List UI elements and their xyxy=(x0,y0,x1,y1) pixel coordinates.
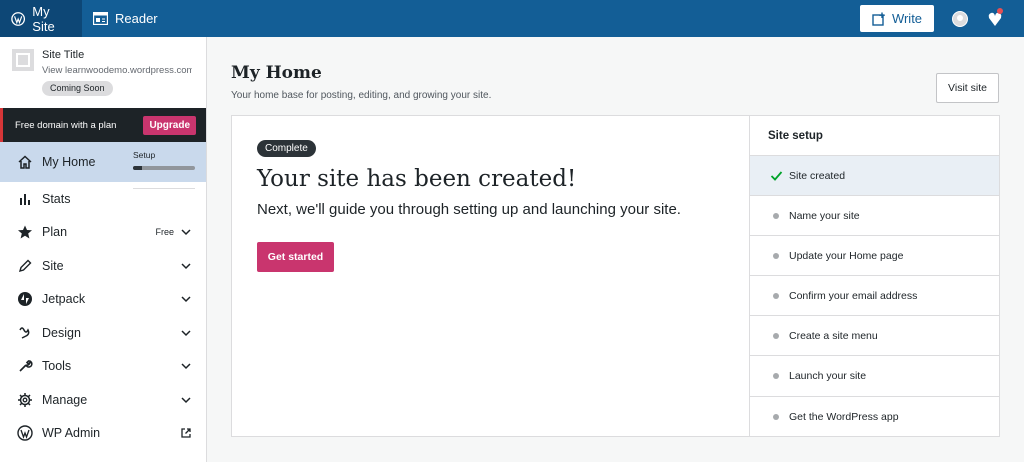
reader-label: Reader xyxy=(115,11,158,26)
divider xyxy=(133,188,195,189)
setup-progress-fill xyxy=(133,166,143,170)
task-create-site-menu[interactable]: Create a site menu xyxy=(750,316,999,357)
visit-site-button[interactable]: Visit site xyxy=(936,73,999,103)
task-site-created[interactable]: Site created xyxy=(750,156,999,197)
task-label: Confirm your email address xyxy=(789,289,918,302)
site-icon xyxy=(12,49,34,71)
hero-subtitle: Next, we'll guide you through setting up… xyxy=(257,201,681,218)
task-confirm-email[interactable]: Confirm your email address xyxy=(750,276,999,317)
sidebar-item-design[interactable]: Design xyxy=(0,316,206,350)
task-label: Update your Home page xyxy=(789,249,904,262)
wordpress-icon xyxy=(11,11,26,26)
sidebar-item-jetpack[interactable]: Jetpack xyxy=(0,283,206,317)
celebration-card: Complete Your site has been created! Nex… xyxy=(232,116,750,436)
task-label: Create a site menu xyxy=(789,329,878,342)
bullet-icon xyxy=(770,209,784,223)
checkmark-icon xyxy=(770,169,784,183)
design-icon xyxy=(16,324,34,342)
sidebar-item-label: Jetpack xyxy=(42,292,86,307)
page-subtitle: Your home base for posting, editing, and… xyxy=(231,90,492,101)
setup-label: Setup xyxy=(133,150,156,160)
chevron-down-icon xyxy=(181,263,191,269)
plan-badge: Free xyxy=(155,227,174,238)
bullet-icon xyxy=(770,369,784,383)
sidebar-item-label: WP Admin xyxy=(42,426,101,441)
home-icon xyxy=(16,153,34,171)
chevron-down-icon xyxy=(181,363,191,370)
chevron-down-icon xyxy=(181,330,191,336)
sidebar-item-wp-admin[interactable]: WP Admin xyxy=(0,417,206,451)
sidebar-item-my-home[interactable]: My Home Setup xyxy=(0,142,206,182)
task-name-your-site[interactable]: Name your site xyxy=(750,196,999,237)
site-card[interactable]: Site Title View learnwoodemo.wordpress.c… xyxy=(0,37,206,108)
coming-soon-badge: Coming Soon xyxy=(42,81,113,96)
jetpack-icon xyxy=(16,290,34,308)
write-button[interactable]: Write xyxy=(860,5,934,32)
masterbar: My Site Reader Write xyxy=(0,0,1024,37)
stats-icon xyxy=(16,190,34,208)
home-panel: Complete Your site has been created! Nex… xyxy=(231,115,1000,437)
bullet-icon xyxy=(770,289,784,303)
task-launch-site[interactable]: Launch your site xyxy=(750,356,999,397)
site-url-link[interactable]: View learnwoodemo.wordpress.com xyxy=(42,65,192,76)
site-setup-heading: Site setup xyxy=(750,116,999,156)
task-get-app[interactable]: Get the WordPress app xyxy=(750,397,999,437)
bullet-icon xyxy=(770,410,784,424)
my-site-label: My Site xyxy=(32,3,55,34)
gear-icon xyxy=(16,391,34,409)
complete-badge: Complete xyxy=(257,140,316,157)
sidebar-item-label: Stats xyxy=(42,191,71,206)
hero-title: Your site has been created! xyxy=(257,166,577,192)
reader-icon xyxy=(93,12,108,25)
task-label: Site created xyxy=(789,169,846,182)
notifications-button[interactable] xyxy=(986,7,1004,28)
write-label: Write xyxy=(891,11,923,26)
site-title: Site Title xyxy=(42,49,85,61)
get-started-button[interactable]: Get started xyxy=(257,242,334,272)
task-label: Launch your site xyxy=(789,370,867,383)
task-label: Name your site xyxy=(789,209,860,222)
avatar[interactable] xyxy=(952,10,968,27)
star-icon xyxy=(16,223,34,241)
task-label: Get the WordPress app xyxy=(789,410,899,423)
setup-progress-bar xyxy=(133,166,195,170)
page-title: My Home xyxy=(231,63,322,83)
wrench-icon xyxy=(16,357,34,375)
chevron-down-icon xyxy=(181,397,191,403)
wordpress-icon xyxy=(16,424,34,442)
upgrade-button[interactable]: Upgrade xyxy=(143,115,196,135)
reader-button[interactable]: Reader xyxy=(82,0,169,37)
setup-progress: Setup xyxy=(133,150,195,170)
sidebar-item-label: Design xyxy=(42,325,81,340)
write-icon xyxy=(872,12,885,26)
sidebar: Site Title View learnwoodemo.wordpress.c… xyxy=(0,37,207,462)
task-update-home-page[interactable]: Update your Home page xyxy=(750,236,999,277)
my-site-button[interactable]: My Site xyxy=(0,0,82,37)
sidebar-item-label: Plan xyxy=(42,225,68,240)
sidebar-item-plan[interactable]: Plan Free xyxy=(0,216,206,250)
chevron-down-icon xyxy=(181,296,191,303)
upsell-text: Free domain with a plan xyxy=(15,119,117,131)
sidebar-item-manage[interactable]: Manage xyxy=(0,383,206,417)
bullet-icon xyxy=(770,329,784,343)
domain-upsell-banner[interactable]: Free domain with a plan Upgrade xyxy=(0,108,206,142)
pencil-icon xyxy=(16,257,34,275)
sidebar-item-label: Site xyxy=(42,258,64,273)
bullet-icon xyxy=(770,249,784,263)
sidebar-item-site[interactable]: Site xyxy=(0,249,206,283)
sidebar-item-label: Manage xyxy=(42,392,88,407)
sidebar-item-label: Tools xyxy=(42,359,72,374)
sidebar-item-stats[interactable]: Stats xyxy=(0,182,206,216)
chevron-down-icon xyxy=(181,229,191,236)
external-link-icon xyxy=(181,428,191,438)
sidebar-item-tools[interactable]: Tools xyxy=(0,350,206,384)
notification-dot xyxy=(997,7,1003,14)
site-setup-list: Site setup Site created Name your site U… xyxy=(750,116,999,436)
